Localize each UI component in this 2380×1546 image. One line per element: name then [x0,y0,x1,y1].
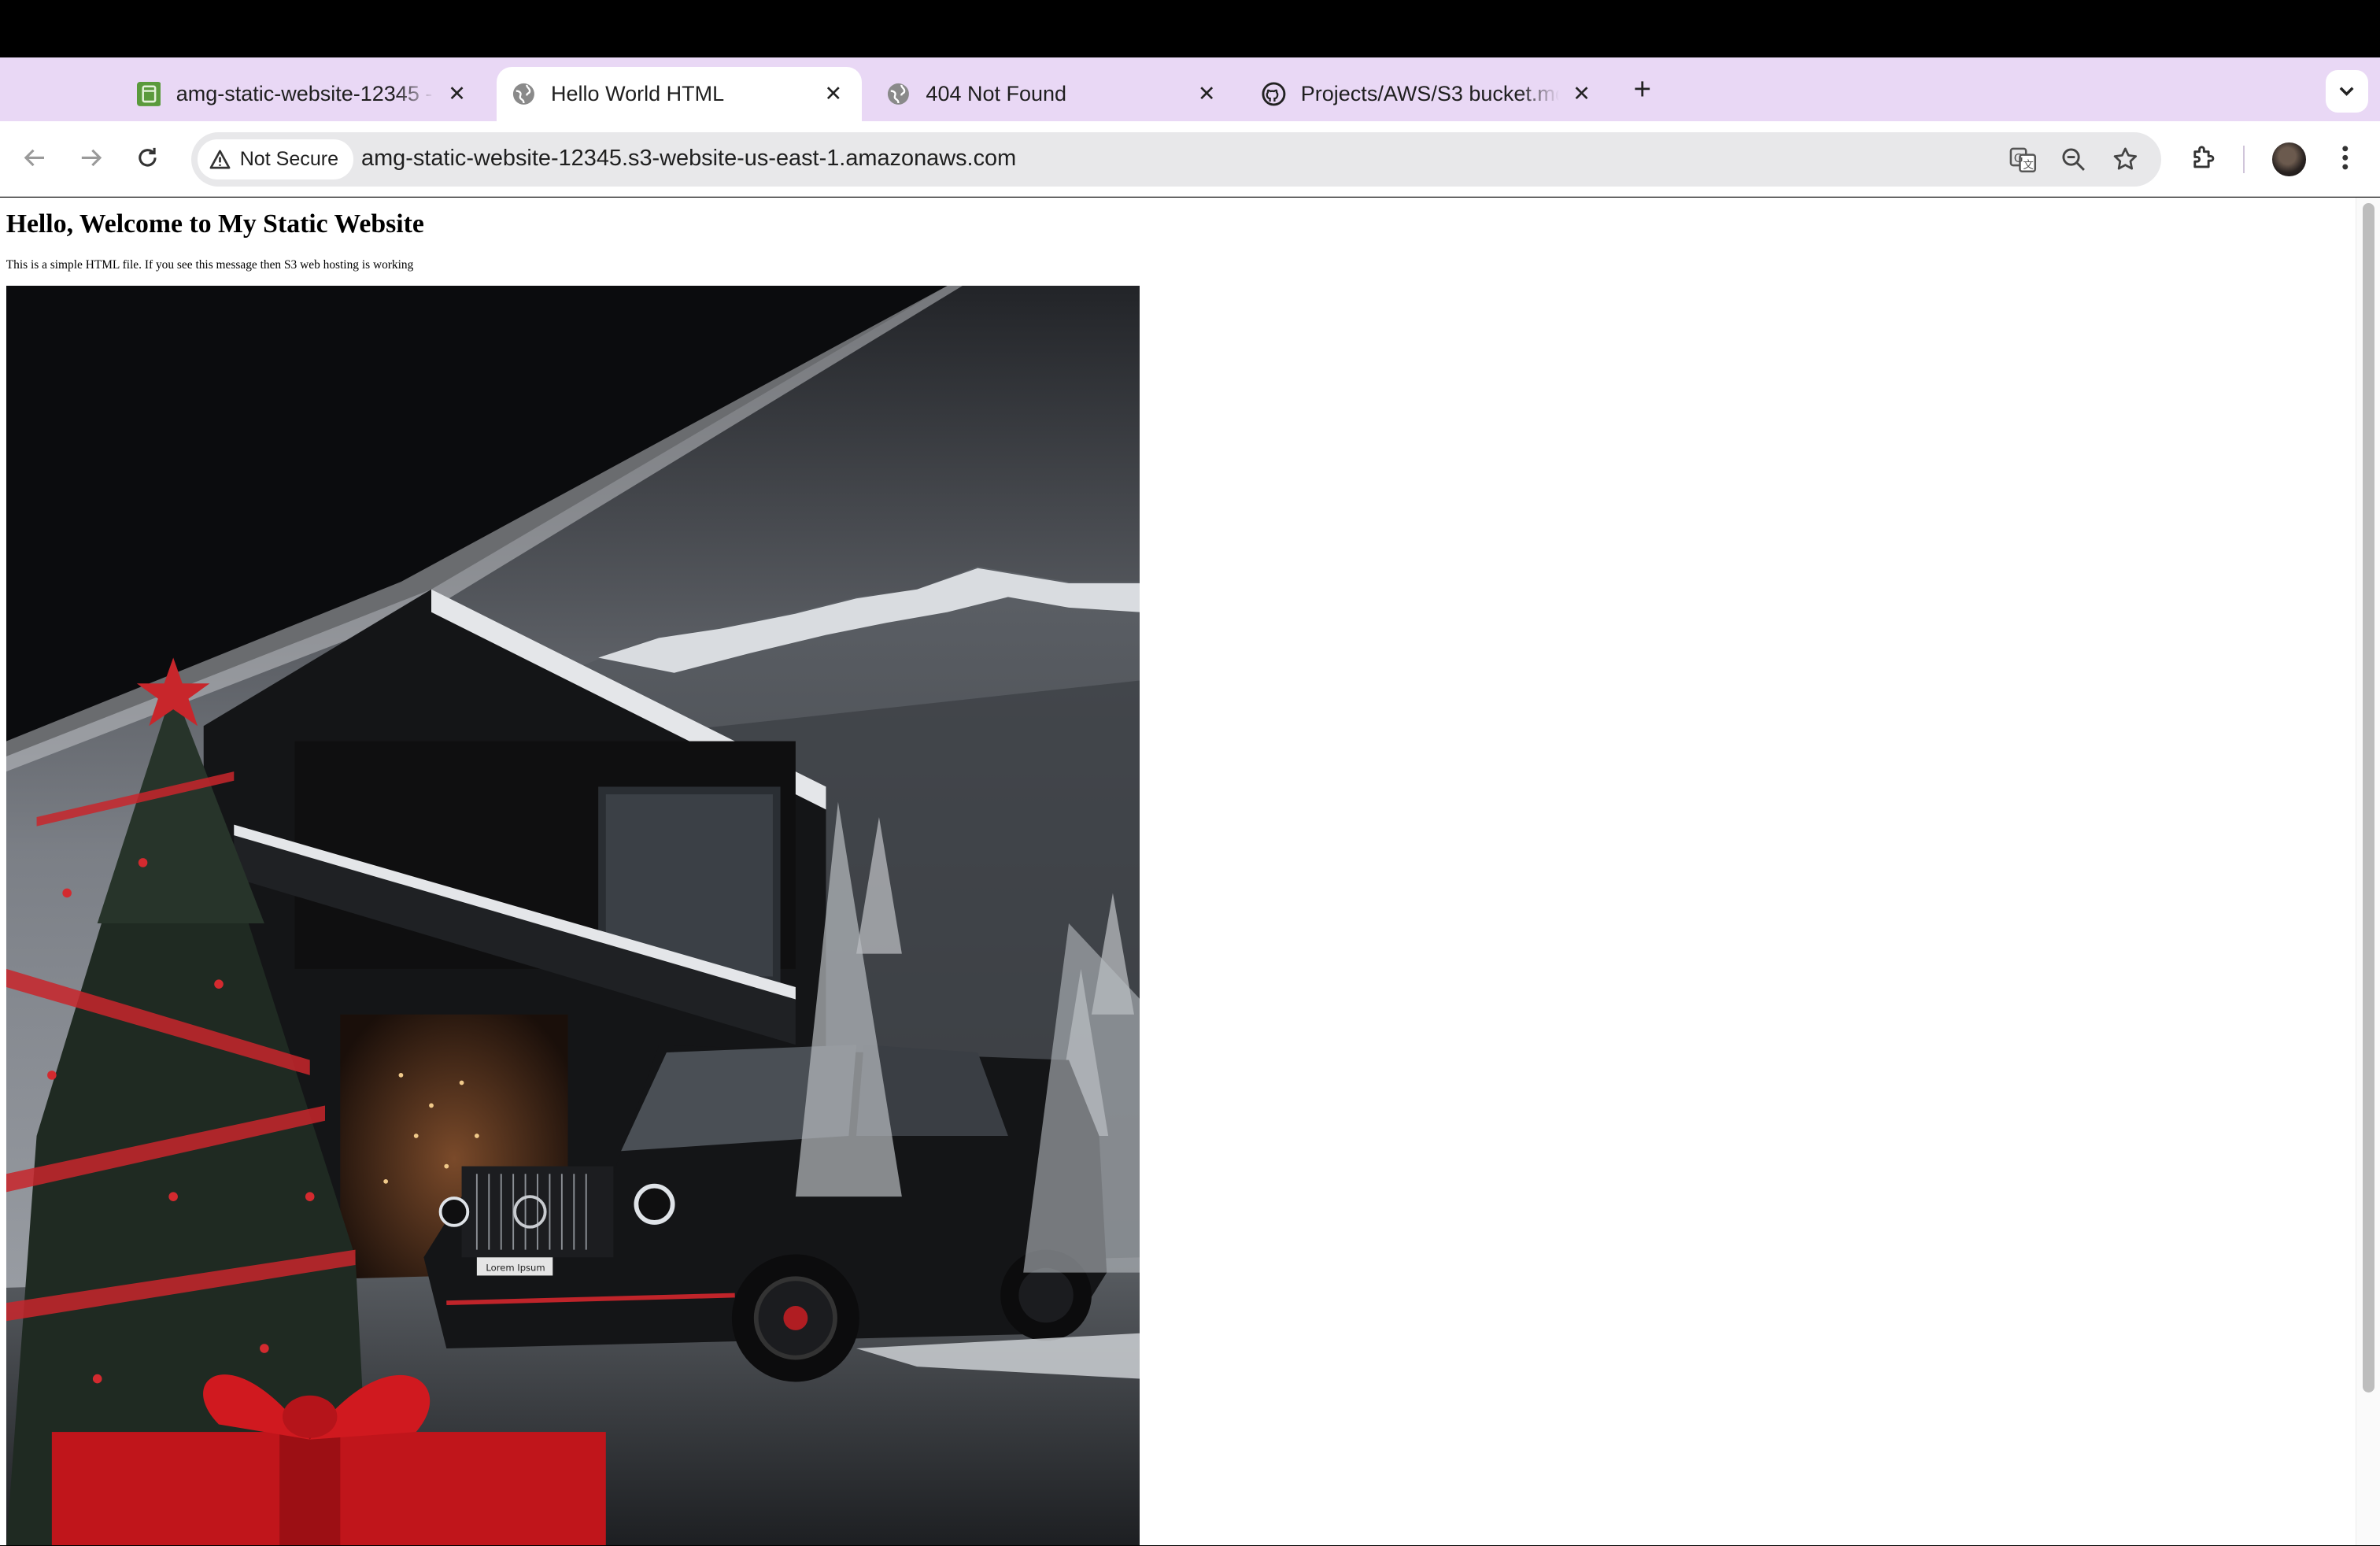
svg-text:文: 文 [2023,159,2034,172]
tab-title: Hello World HTML [551,82,725,106]
close-icon[interactable]: ✕ [1568,80,1595,108]
page-paragraph: This is a simple HTML file. If you see t… [6,257,414,272]
tab-search-button[interactable] [2325,69,2368,113]
menu-button[interactable] [2327,139,2363,176]
new-tab-button[interactable]: + [1624,72,1661,108]
more-vertical-icon [2342,146,2349,170]
puzzle-icon [2193,146,2215,168]
zoom-out-icon [2062,148,2085,172]
site-info-button[interactable]: Not Secure [197,139,354,179]
security-label: Not Secure [239,147,339,170]
os-menu-bar [0,0,2380,58]
reload-icon [138,148,157,167]
browser-toolbar: Not Secure amg-static-website-12345.s3-w… [0,121,2380,197]
extensions-button[interactable] [2186,139,2222,176]
page-heading: Hello, Welcome to My Static Website [6,209,424,239]
close-icon[interactable]: ✕ [1193,80,1221,108]
zoom-button[interactable] [2057,142,2090,176]
tab-s3-console[interactable]: amg-static-website-12345 - S3 bucket ✕ [121,67,486,121]
tab-strip: amg-static-website-12345 - S3 bucket ✕ H… [0,57,2380,165]
arrow-right-icon [82,149,102,167]
page-scrollbar[interactable] [2356,197,2380,1546]
close-icon[interactable]: ✕ [819,80,847,108]
warning-icon [209,150,231,169]
reload-button[interactable] [129,139,165,176]
star-icon [2113,147,2137,170]
close-icon[interactable]: ✕ [443,80,471,108]
tab-title: amg-static-website-12345 - S3 bucket [176,82,434,106]
web-page: Hello, Welcome to My Static Website This… [0,197,2356,1546]
address-bar[interactable]: Not Secure amg-static-website-12345.s3-w… [191,131,2162,187]
tab-title: 404 Not Found [926,82,1067,106]
url-text[interactable]: amg-static-website-12345.s3-website-us-e… [361,146,1016,172]
tab-hello-world[interactable]: Hello World HTML ✕ [496,66,863,122]
profile-avatar[interactable] [2272,142,2306,176]
tab-404[interactable]: 404 Not Found ✕ [871,67,1236,121]
back-button[interactable] [17,139,53,176]
bookmark-button[interactable] [2108,142,2142,176]
s3-bucket-icon [136,82,161,106]
license-plate: Lorem Ipsum [486,1262,545,1273]
svg-text:G: G [2014,151,2023,165]
scrollbar-thumb[interactable] [2362,203,2375,1393]
forward-button[interactable] [73,139,109,176]
chevron-down-icon [2339,87,2354,97]
github-icon [1262,82,1286,106]
tab-title: Projects/AWS/S3 bucket.md at main [1300,82,1559,106]
toolbar-separator [2243,146,2245,173]
translate-icon: G文 [2010,147,2037,173]
globe-icon [512,82,536,106]
tab-github[interactable]: Projects/AWS/S3 bucket.md at main ✕ [1246,67,1610,121]
translate-button[interactable]: G文 [2007,142,2040,176]
hero-photo: Lorem Ipsum [6,285,1140,1546]
globe-icon [886,82,911,106]
arrow-left-icon [24,149,44,167]
